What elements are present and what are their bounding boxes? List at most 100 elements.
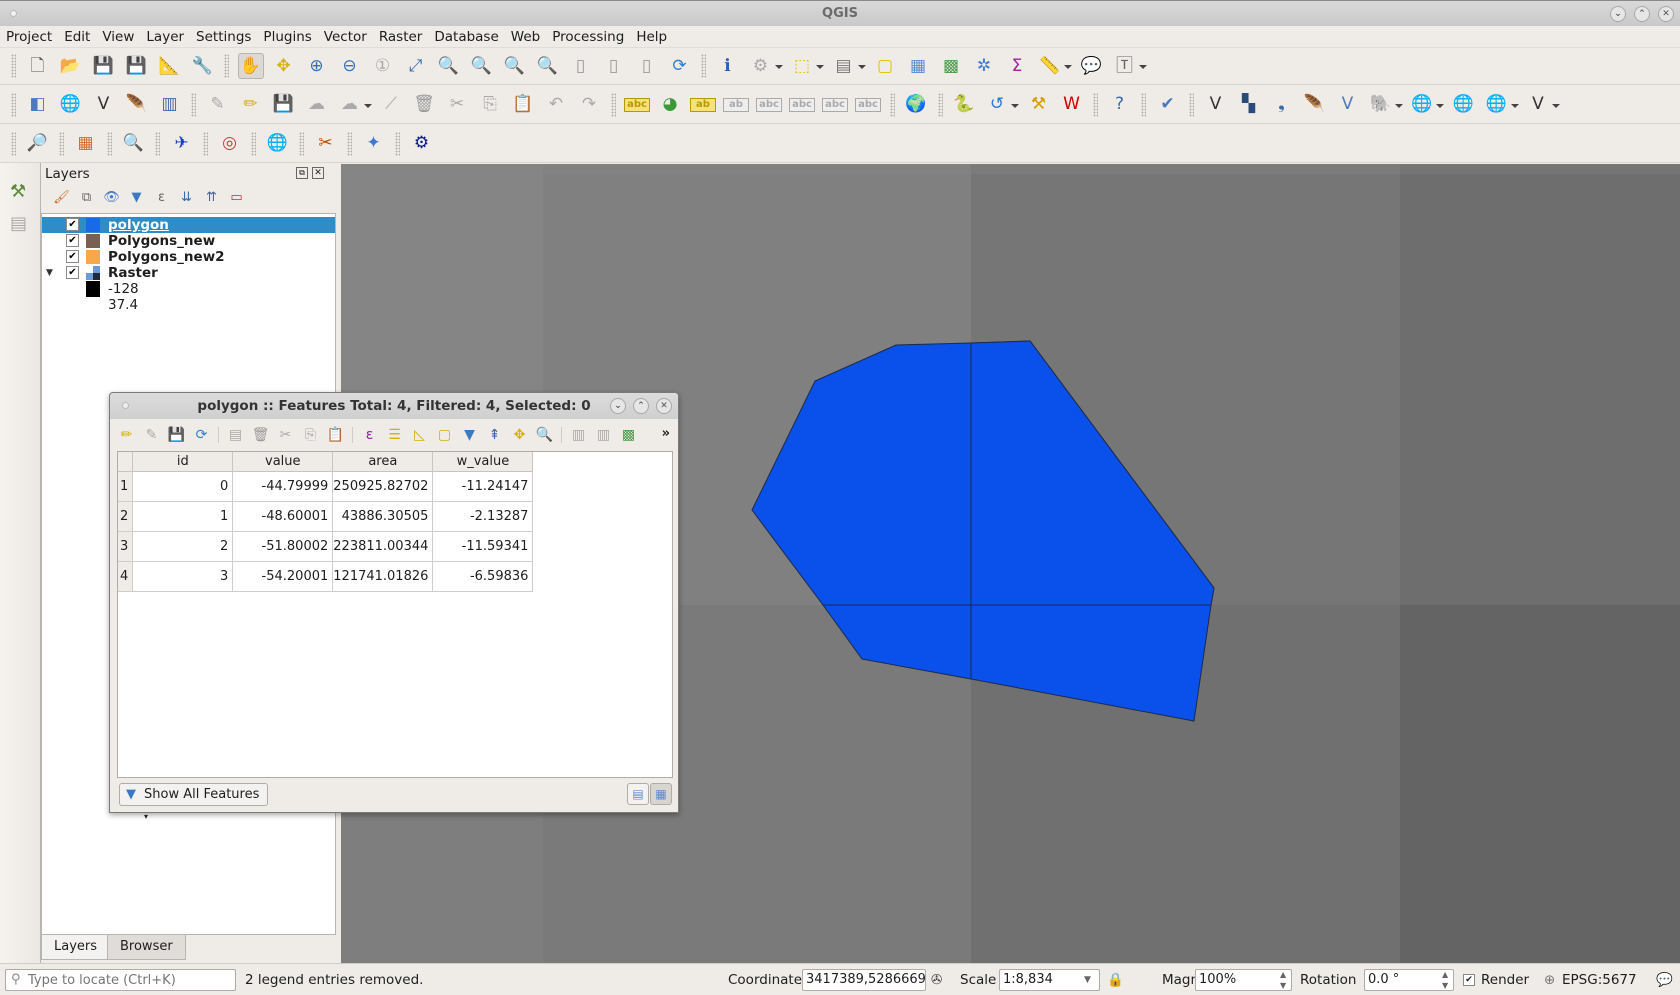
- table-row[interactable]: 4 3 -54.20001 121741.01826 -6.59836: [118, 561, 534, 592]
- galaxy-plugin-icon[interactable]: ✦: [361, 131, 387, 157]
- pan-to-selected-icon[interactable]: ✥: [510, 425, 530, 445]
- reload-icon[interactable]: ⟳: [192, 425, 212, 445]
- undo-icon[interactable]: ↶: [543, 92, 569, 118]
- table-row[interactable]: 2 1 -48.60001 43886.30505 -2.13287: [118, 501, 534, 532]
- select-by-value-icon[interactable]: ▤: [831, 53, 866, 79]
- coordinate-field[interactable]: 3417389,5286669: [802, 969, 926, 991]
- menu-view[interactable]: View: [96, 26, 140, 48]
- run-action-icon[interactable]: ⚙: [748, 53, 783, 79]
- add-vector-layer-icon[interactable]: V: [1203, 92, 1229, 118]
- zoom-last-icon[interactable]: 🔍: [502, 53, 528, 79]
- zoom-to-layer-icon[interactable]: 🔍: [469, 53, 495, 79]
- new-project-icon[interactable]: 🗋: [25, 53, 51, 79]
- processing-toolbox-icon[interactable]: ✲: [971, 53, 997, 79]
- cell-value[interactable]: -48.60001: [232, 501, 334, 532]
- column-header-id[interactable]: id: [132, 452, 234, 472]
- show-hide-labels-icon[interactable]: abc: [756, 97, 782, 112]
- cell-value[interactable]: -44.79999: [232, 471, 334, 502]
- move-feature-icon[interactable]: ☁: [337, 92, 372, 118]
- menu-settings[interactable]: Settings: [190, 26, 257, 48]
- visibility-icon[interactable]: 👁: [102, 187, 122, 207]
- invert-selection-icon[interactable]: ◺: [410, 425, 430, 445]
- menu-layer[interactable]: Layer: [140, 26, 190, 48]
- toolbar-grip[interactable]: [11, 54, 16, 78]
- statistical-summary-icon[interactable]: Σ: [1004, 53, 1030, 79]
- cell-w-value[interactable]: -11.59341: [432, 531, 534, 562]
- python-console-icon[interactable]: 🐍: [951, 92, 977, 118]
- select-all-icon[interactable]: ☰: [385, 425, 405, 445]
- column-header-value[interactable]: value: [232, 452, 334, 472]
- cell-w-value[interactable]: -6.59836: [432, 561, 534, 592]
- topology-checker-icon[interactable]: ✔: [1155, 92, 1181, 118]
- layer-labeling-icon[interactable]: abc: [624, 97, 650, 112]
- new-virtual-layer-icon[interactable]: ▥: [157, 92, 183, 118]
- maximize-button[interactable]: ⌃: [633, 398, 649, 414]
- quick-search-icon[interactable]: 🔍: [121, 131, 147, 157]
- clipper-plugin-icon[interactable]: ✂: [313, 131, 339, 157]
- move-selection-top-icon[interactable]: ⇞: [485, 425, 505, 445]
- deselect-all-icon[interactable]: ▢: [872, 53, 898, 79]
- cell-id[interactable]: 0: [132, 471, 234, 502]
- save-edits-icon[interactable]: 💾: [167, 425, 187, 445]
- column-header-area[interactable]: area: [332, 452, 434, 472]
- filter-menu-button[interactable]: ▼ Show All Features ▾: [119, 783, 268, 821]
- layer-item-polygons-new2[interactable]: ✔ Polygons_new2: [42, 249, 335, 265]
- delete-field-icon[interactable]: ▥: [594, 425, 614, 445]
- new-spatialite-layer-icon[interactable]: 🪶: [124, 92, 150, 118]
- window-menu-dot[interactable]: [122, 402, 129, 409]
- remove-layer-icon[interactable]: ▭: [227, 187, 247, 207]
- rotation-spin-arrows[interactable]: ▲ ▼: [1442, 969, 1448, 991]
- redo-icon[interactable]: ↷: [576, 92, 602, 118]
- processing-dock-icon[interactable]: ⚒: [10, 181, 26, 202]
- minimize-button[interactable]: ⌄: [610, 398, 626, 414]
- geocoder-icon[interactable]: 🔎: [25, 131, 51, 157]
- crs-icon[interactable]: ⊕: [1544, 969, 1555, 991]
- add-wcs-icon[interactable]: 🌐: [1451, 92, 1477, 118]
- cell-area[interactable]: 43886.30505: [332, 501, 434, 532]
- open-attribute-table-icon[interactable]: ▦: [905, 53, 931, 79]
- filter-select-icon[interactable]: ▼: [460, 425, 480, 445]
- close-panel-icon[interactable]: ✕: [312, 167, 324, 179]
- cell-id[interactable]: 3: [132, 561, 234, 592]
- layer-item-raster[interactable]: ▼ ✔ Raster: [42, 265, 335, 281]
- row-header[interactable]: 3: [118, 531, 134, 562]
- add-virtual-layer-icon[interactable]: V: [1335, 92, 1361, 118]
- corner-cell[interactable]: [118, 452, 134, 472]
- pan-map-icon[interactable]: ✋: [237, 53, 264, 79]
- highlight-pinned-labels-icon[interactable]: ab: [690, 97, 716, 112]
- zoom-full-icon[interactable]: ⤢: [403, 53, 429, 79]
- delete-selected-icon[interactable]: 🗑: [411, 92, 437, 118]
- row-header[interactable]: 1: [118, 471, 134, 502]
- spiral-plugin-icon[interactable]: ◎: [217, 131, 243, 157]
- toolbar-grip[interactable]: [11, 92, 16, 117]
- magnifier-spin-arrows[interactable]: ▲ ▼: [1280, 969, 1286, 991]
- row-header[interactable]: 4: [118, 561, 134, 592]
- add-spatialite-icon[interactable]: 🪶: [1302, 92, 1328, 118]
- add-group-icon[interactable]: ⧉: [77, 187, 97, 207]
- layer-item-polygons-new[interactable]: ✔ Polygons_new: [42, 233, 335, 249]
- copy-icon[interactable]: ⎘: [301, 425, 321, 445]
- zoom-to-selected-icon[interactable]: 🔍: [535, 425, 555, 445]
- collapse-all-icon[interactable]: ⇈: [202, 187, 222, 207]
- open-project-icon[interactable]: 📂: [58, 53, 84, 79]
- table-row[interactable]: 3 2 -51.80002 223811.00344 -11.59341: [118, 531, 534, 562]
- cell-value[interactable]: -51.80002: [232, 531, 334, 562]
- flight-plugin-icon[interactable]: ✈: [169, 131, 195, 157]
- layout-dock-icon[interactable]: ▤: [10, 213, 27, 234]
- copy-features-icon[interactable]: ⎘: [477, 92, 503, 118]
- menu-help[interactable]: Help: [630, 26, 673, 48]
- paste-icon[interactable]: 📋: [326, 425, 346, 445]
- layer-visibility-checkbox[interactable]: ✔: [66, 218, 79, 231]
- window-menu-dot[interactable]: [10, 10, 17, 17]
- select-by-expression-icon[interactable]: ε: [360, 425, 380, 445]
- geo-search-icon[interactable]: 🌍: [903, 92, 929, 118]
- cell-area[interactable]: 121741.01826: [332, 561, 434, 592]
- menu-plugins[interactable]: Plugins: [257, 26, 317, 48]
- cell-id[interactable]: 1: [132, 501, 234, 532]
- cut-icon[interactable]: ✂: [276, 425, 296, 445]
- close-button[interactable]: ✕: [656, 398, 672, 414]
- cell-w-value[interactable]: -11.24147: [432, 471, 534, 502]
- column-header-w-value[interactable]: w_value: [432, 452, 534, 472]
- float-panel-icon[interactable]: ⧉: [296, 167, 308, 179]
- toggle-editing-icon[interactable]: ✏: [238, 92, 264, 118]
